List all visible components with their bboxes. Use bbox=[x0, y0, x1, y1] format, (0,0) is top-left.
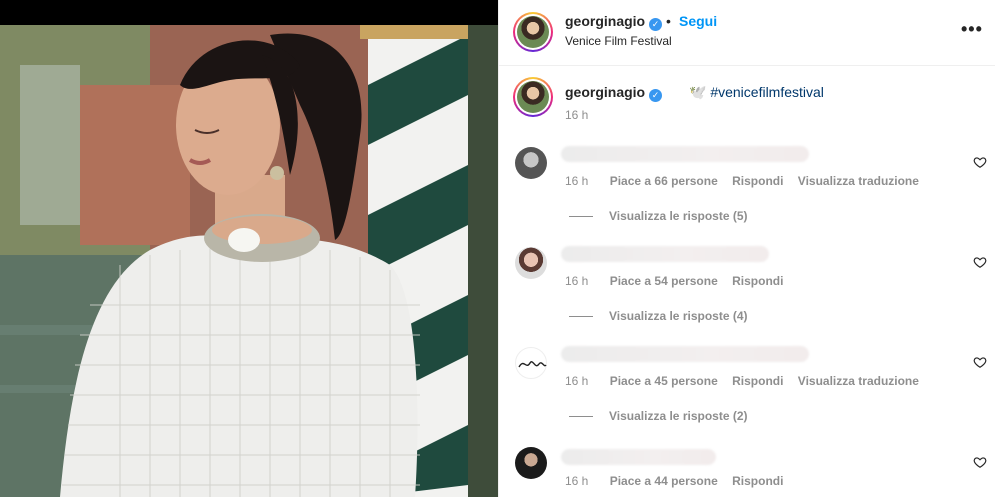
post-image bbox=[0, 25, 498, 497]
reply-button[interactable]: Rispondi bbox=[732, 174, 783, 188]
reply-button[interactable]: Rispondi bbox=[732, 274, 783, 288]
view-replies-button[interactable]: Visualizza le risposte (4) bbox=[569, 309, 748, 323]
more-options-icon[interactable]: ••• bbox=[961, 19, 983, 40]
comment-meta: 16 h Piace a 45 persone Rispondi Visuali… bbox=[565, 374, 930, 388]
commenter-avatar[interactable] bbox=[515, 447, 547, 479]
comment-likes[interactable]: Piace a 45 persone bbox=[610, 374, 718, 388]
comment-meta: 16 h Piace a 44 persone Rispondi bbox=[565, 474, 794, 488]
view-replies-button[interactable]: Visualizza le risposte (2) bbox=[569, 409, 748, 423]
redacted-comment-text bbox=[561, 346, 809, 362]
location-link[interactable]: Venice Film Festival bbox=[565, 34, 672, 48]
comment-likes[interactable]: Piace a 54 persone bbox=[610, 274, 718, 288]
comment-time: 16 h bbox=[565, 274, 589, 288]
commenter-avatar[interactable] bbox=[515, 147, 547, 179]
comment-time: 16 h bbox=[565, 474, 589, 488]
replies-line bbox=[569, 416, 593, 418]
verified-badge-icon: ✓ bbox=[649, 89, 663, 102]
caption-username[interactable]: georginagio ✓ bbox=[565, 84, 663, 102]
post-side-panel: georginagio ✓ • Segui Venice Film Festiv… bbox=[498, 0, 995, 497]
reply-button[interactable]: Rispondi bbox=[732, 474, 783, 488]
commenter-avatar[interactable] bbox=[515, 247, 547, 279]
caption-time: 16 h bbox=[565, 108, 589, 122]
caption-author-avatar[interactable] bbox=[513, 77, 553, 117]
replies-line bbox=[569, 316, 593, 318]
post-photo[interactable] bbox=[0, 0, 498, 497]
redacted-comment-text bbox=[561, 246, 769, 262]
like-heart-icon[interactable] bbox=[973, 355, 987, 369]
separator-dot: • bbox=[666, 13, 671, 29]
comment-time: 16 h bbox=[565, 174, 589, 188]
like-heart-icon[interactable] bbox=[973, 255, 987, 269]
redacted-comment-text bbox=[561, 146, 809, 162]
replies-line bbox=[569, 216, 593, 218]
like-heart-icon[interactable] bbox=[973, 155, 987, 169]
commenter-avatar[interactable] bbox=[515, 347, 547, 379]
comment-likes[interactable]: Piace a 66 persone bbox=[610, 174, 718, 188]
reply-button[interactable]: Rispondi bbox=[732, 374, 783, 388]
comment-meta: 16 h Piace a 54 persone Rispondi bbox=[565, 274, 794, 288]
comment-time: 16 h bbox=[565, 374, 589, 388]
translate-button[interactable]: Visualizza traduzione bbox=[798, 374, 919, 388]
author-avatar[interactable] bbox=[513, 12, 553, 52]
comment-likes[interactable]: Piace a 44 persone bbox=[610, 474, 718, 488]
translate-button[interactable]: Visualizza traduzione bbox=[798, 174, 919, 188]
follow-button[interactable]: Segui bbox=[679, 13, 717, 29]
view-replies-button[interactable]: Visualizza le risposte (5) bbox=[569, 209, 748, 223]
redacted-comment-text bbox=[561, 449, 716, 465]
caption-text[interactable]: 🕊️ #venicefilmfestival bbox=[689, 84, 824, 101]
author-username[interactable]: georginagio ✓ bbox=[565, 13, 663, 31]
photo-top-bar bbox=[0, 0, 498, 25]
post-header: georginagio ✓ • Segui Venice Film Festiv… bbox=[499, 0, 995, 66]
comment-meta: 16 h Piace a 66 persone Rispondi Visuali… bbox=[565, 174, 930, 188]
verified-badge-icon: ✓ bbox=[649, 18, 663, 31]
like-heart-icon[interactable] bbox=[973, 455, 987, 469]
